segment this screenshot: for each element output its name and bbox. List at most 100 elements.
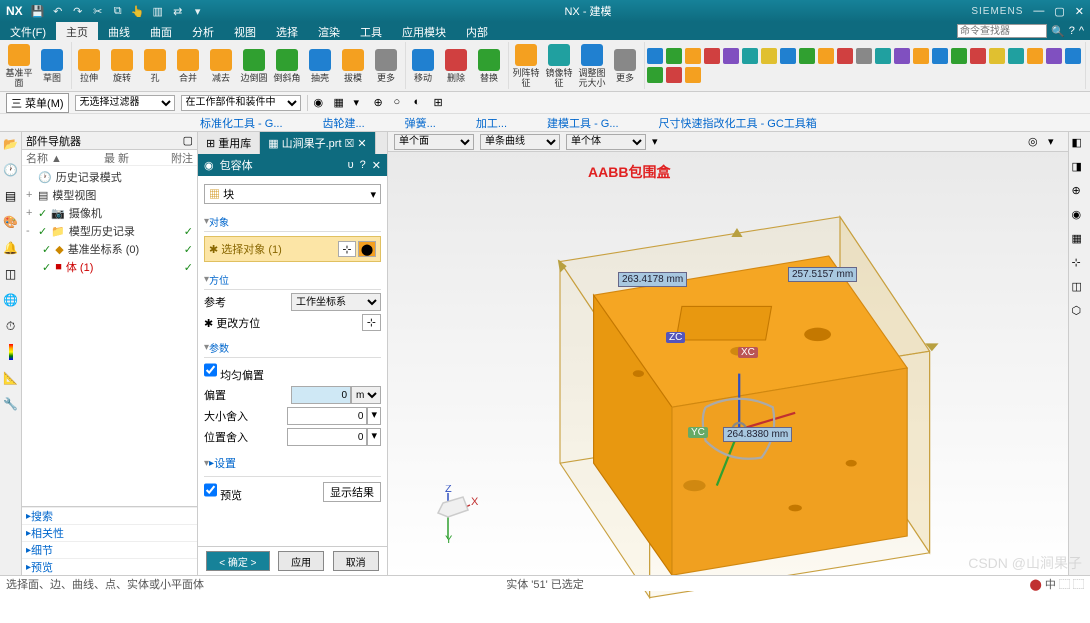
col-note[interactable]: 附注 [171,150,193,165]
showresult-button[interactable]: 显示结果 [323,482,381,502]
pattern-button[interactable]: 列阵特征 [511,44,541,88]
dim-2[interactable]: 257.5157 mm [788,267,857,282]
section-settings[interactable]: ▸ 设置 [204,449,381,473]
feat10-icon[interactable] [837,48,853,64]
dropdown-icon[interactable]: ▾ [191,4,205,18]
dim-3[interactable]: 264.8380 mm [723,427,792,442]
revolve-button[interactable]: 旋转 [107,49,137,83]
feat12-icon[interactable] [875,48,891,64]
filter2-select[interactable]: 在工作部件和装件中 [181,95,301,111]
tb-ico5[interactable]: ○ [394,96,408,110]
feat7-icon[interactable] [780,48,796,64]
cut-icon[interactable]: ✂ [91,4,105,18]
feat25-icon[interactable] [685,67,701,83]
chamfer-button[interactable]: 倒斜角 [272,49,302,83]
resize-button[interactable]: 调整图元大小 [577,44,607,88]
maximize-button[interactable]: ▢ [1054,5,1064,18]
dialog-min-icon[interactable]: ? [360,159,366,172]
unite-button[interactable]: 合并 [173,49,203,83]
tab-app[interactable]: 应用模块 [392,22,456,40]
tree-history-mode[interactable]: 历史记录模式 [56,169,122,185]
sketch-button[interactable]: 草图 [37,49,67,83]
tab-home[interactable]: 主页 [56,22,98,40]
feat21-icon[interactable] [1046,48,1062,64]
draft-button[interactable]: 拔模 [338,49,368,83]
bell-icon[interactable]: 🔔 [3,240,19,256]
feat15-icon[interactable] [932,48,948,64]
touch-icon[interactable]: 👆 [131,4,145,18]
nav-pin-icon[interactable]: ▢ [183,134,193,147]
tree-cameras[interactable]: 摄像机 [69,205,102,221]
dialog-help-icon[interactable]: υ [348,159,354,172]
switch-icon[interactable]: ⇄ [171,4,185,18]
tab-view[interactable]: 视图 [224,22,266,40]
section-params[interactable]: 参数 [204,334,381,358]
redo-icon[interactable]: ↷ [71,4,85,18]
feat1-icon[interactable] [666,48,682,64]
posround-input[interactable] [287,428,367,446]
feat19-icon[interactable] [1008,48,1024,64]
sync-icon[interactable] [647,48,663,64]
feat3-icon[interactable] [704,48,720,64]
tree-body[interactable]: 体 (1) [66,259,94,275]
copy-icon[interactable]: ⧉ [111,4,125,18]
tab-surface[interactable]: 曲面 [140,22,182,40]
col-name[interactable]: 名称 ▲ [26,150,62,165]
more2-button[interactable]: 更多 [610,49,640,83]
save-icon[interactable]: 💾 [31,4,45,18]
nav-section-preview[interactable]: ▸ 预览 [22,558,197,575]
dialog-tab-reuse[interactable]: ⊞重用库 [198,132,260,154]
feat22-icon[interactable] [1065,48,1081,64]
more1-button[interactable]: 更多 [371,49,401,83]
vp-sel3[interactable]: 单个体 [566,134,646,150]
datum-plane-button[interactable]: 基准平面 [4,44,34,88]
r-ico4[interactable]: ◉ [1072,208,1088,224]
close-button[interactable]: ✕ [1075,5,1084,18]
tab-file[interactable]: 文件(F) [0,22,56,40]
ref-select[interactable]: 工作坐标系 [291,293,381,311]
delete-button[interactable]: 删除 [441,49,471,83]
vp-sel2[interactable]: 单条曲线 [480,134,560,150]
type-dropdown[interactable]: ▦ 块▾ [204,184,381,204]
move-button[interactable]: 移动 [408,49,438,83]
tree-csys[interactable]: 基准坐标系 (0) [68,241,140,257]
palette-icon[interactable]: 🎨 [3,214,19,230]
nav-section-search[interactable]: ▸ 搜索 [22,507,197,524]
subtract-button[interactable]: 减去 [206,49,236,83]
minimize-button[interactable]: — [1033,5,1044,17]
tb-ico4[interactable]: ⊕ [374,96,388,110]
menu-button[interactable]: 三 菜单(M) [6,93,69,113]
r-ico6[interactable]: ⊹ [1072,256,1088,272]
r-ico5[interactable]: ▦ [1072,232,1088,248]
ok-button[interactable]: < 确定 > [206,551,269,571]
cube-icon[interactable]: ◫ [3,266,19,282]
sizeround-input[interactable] [287,407,367,425]
feat13-icon[interactable] [894,48,910,64]
r-ico8[interactable]: ⬡ [1072,304,1088,320]
history-icon[interactable]: 🕐 [3,162,19,178]
tb-ico3[interactable]: ▾ [354,96,368,110]
tab-select[interactable]: 选择 [266,22,308,40]
tb-ico1[interactable]: ◉ [314,96,328,110]
vp-target-icon[interactable]: ◎ [1028,135,1042,149]
nav-icon[interactable]: 📂 [3,136,19,152]
r-ico7[interactable]: ◫ [1072,280,1088,296]
tb-ico6[interactable]: ◐ [414,96,428,110]
graphics-viewport[interactable]: 单个面 单条曲线 单个体 ▾ ◎ ▾ AABB包围盒 [388,132,1068,575]
mirror-button[interactable]: 镜像特征 [544,44,574,88]
uniform-checkbox[interactable]: 均匀偏置 [204,361,264,383]
preview-checkbox[interactable]: 预览 [204,481,242,503]
section-orient[interactable]: 方位 [204,266,381,290]
feat14-icon[interactable] [913,48,929,64]
window-icon[interactable]: ▥ [151,4,165,18]
select-highlight-icon[interactable]: ⬤ [358,241,376,257]
vp-sel1[interactable]: 单个面 [394,134,474,150]
feat23-icon[interactable] [647,67,663,83]
tab-tools[interactable]: 工具 [350,22,392,40]
dialog-close-icon[interactable]: ✕ [372,159,381,172]
undo-icon[interactable]: ↶ [51,4,65,18]
tree-model-history[interactable]: 模型历史记录 [69,223,135,239]
measure-icon[interactable]: 📐 [3,370,19,386]
web-icon[interactable]: 🌐 [3,292,19,308]
tb-ico2[interactable]: ▦ [334,96,348,110]
